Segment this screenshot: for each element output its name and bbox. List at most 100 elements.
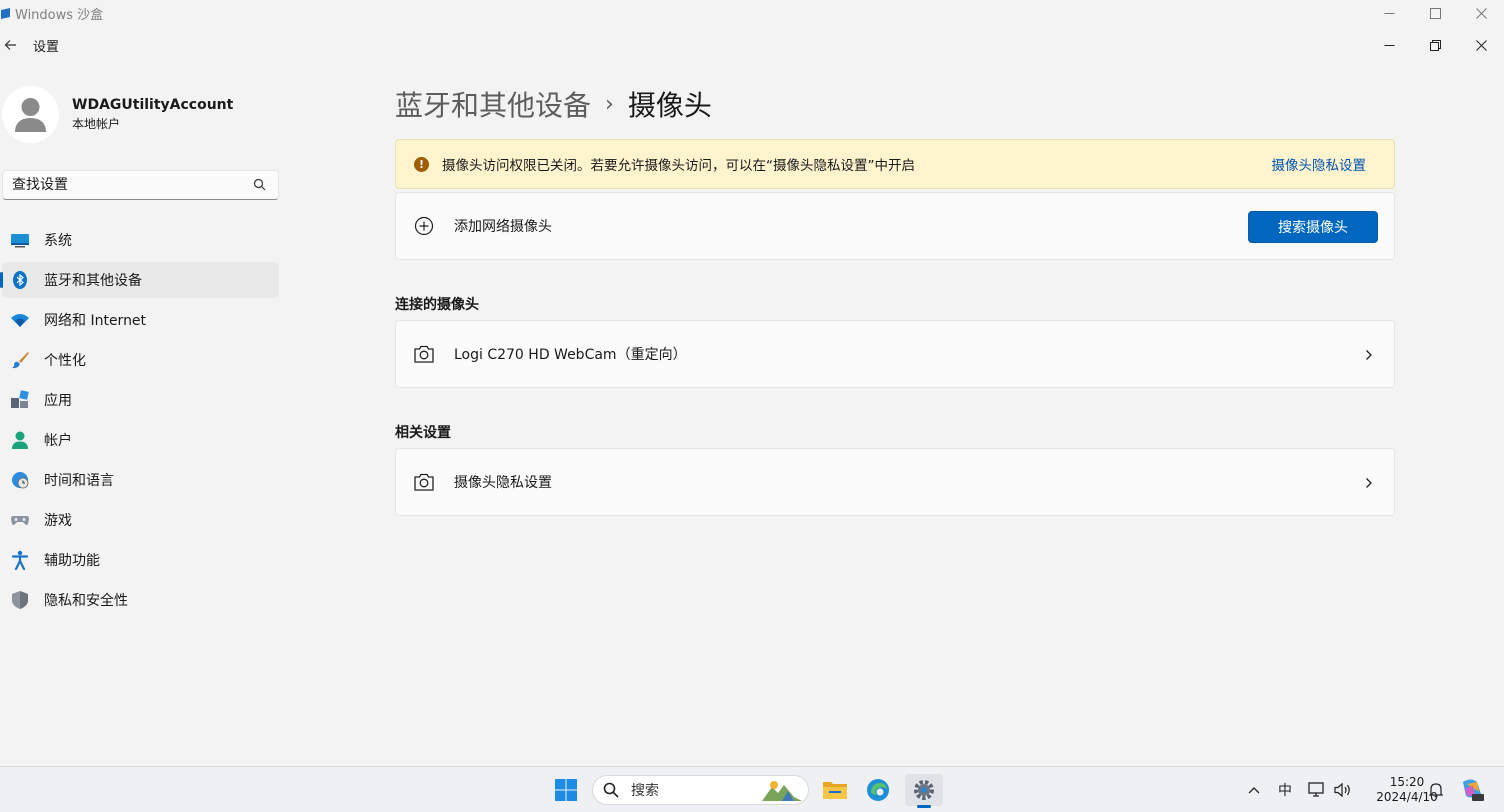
accessibility-icon (10, 550, 30, 570)
chevron-up-icon (1248, 787, 1260, 794)
sidebar-item-apps[interactable]: 应用 (2, 382, 279, 418)
breadcrumb-parent[interactable]: 蓝牙和其他设备 (395, 84, 591, 124)
taskbar-search[interactable]: 搜索 (592, 775, 809, 805)
apps-icon (10, 390, 30, 410)
sidebar-item-system[interactable]: 系统 (2, 222, 279, 258)
brush-icon (10, 350, 30, 370)
add-network-camera-label: 添加网络摄像头 (454, 219, 552, 235)
sandbox-title-bar: Windows 沙盒 (0, 0, 1504, 26)
search-icon[interactable] (253, 178, 266, 191)
app-close-button[interactable] (1458, 26, 1504, 64)
sandbox-title: Windows 沙盒 (15, 7, 104, 23)
windows-logo-icon (555, 779, 577, 801)
sidebar-item-label: 游戏 (44, 513, 72, 529)
sidebar-item-personalization[interactable]: 个性化 (2, 342, 279, 378)
account-icon (10, 430, 30, 450)
minimize-icon (1384, 44, 1394, 46)
search-cameras-button[interactable]: 搜索摄像头 (1248, 211, 1378, 243)
taskbar: 搜索 中 15:20 2024/4/10 (0, 766, 1504, 812)
camera-item-logi-c270[interactable]: Logi C270 HD WebCam（重定向） (395, 320, 1395, 388)
sidebar-item-label: 帐户 (44, 433, 72, 449)
sidebar-item-privacy[interactable]: 隐私和安全性 (2, 582, 279, 618)
app-title-bar: 设置 (0, 26, 1504, 64)
close-icon (1475, 7, 1487, 19)
sidebar-item-label: 系统 (44, 233, 72, 249)
sidebar-item-gaming[interactable]: 游戏 (2, 502, 279, 538)
sandbox-logo-icon (1, 7, 10, 19)
warning-text: 摄像头访问权限已关闭。若要允许摄像头访问，可以在“摄像头隐私设置”中开启 (442, 158, 915, 174)
sidebar-item-label: 时间和语言 (44, 473, 114, 489)
camera-icon (413, 471, 435, 493)
speaker-icon (1334, 782, 1350, 798)
active-app-indicator (917, 805, 931, 808)
sidebar-item-label: 辅助功能 (44, 553, 100, 569)
page-title: 摄像头 (627, 89, 712, 122)
taskbar-search-label: 搜索 (631, 783, 659, 799)
camera-access-warning: ! 摄像头访问权限已关闭。若要允许摄像头访问，可以在“摄像头隐私设置”中开启 摄… (395, 139, 1395, 189)
chevron-right-icon (1366, 478, 1372, 488)
related-settings-heading: 相关设置 (395, 425, 451, 441)
sidebar-item-label: 蓝牙和其他设备 (44, 273, 142, 289)
file-explorer-button[interactable] (819, 774, 851, 806)
gear-icon (914, 780, 934, 800)
sidebar-item-network[interactable]: 网络和 Internet (2, 302, 279, 338)
avatar (2, 86, 59, 143)
notifications-button[interactable] (1426, 767, 1446, 812)
breadcrumb: 蓝牙和其他设备 › 摄像头 (395, 84, 712, 124)
account-type: 本地帐户 (72, 117, 121, 131)
app-title: 设置 (33, 39, 60, 55)
app-minimize-button[interactable] (1366, 26, 1412, 64)
sidebar-item-label: 隐私和安全性 (44, 593, 128, 609)
copilot-icon (1463, 779, 1484, 801)
sidebar-item-time-language[interactable]: 时间和语言 (2, 462, 279, 498)
back-button[interactable] (1, 36, 19, 54)
start-button[interactable] (550, 774, 582, 806)
maximize-icon (1429, 7, 1441, 19)
camera-name: Logi C270 HD WebCam（重定向） (454, 347, 687, 363)
camera-icon (413, 343, 435, 365)
globe-clock-icon (10, 470, 30, 490)
warning-icon: ! (414, 156, 429, 172)
app-restore-button[interactable] (1412, 26, 1458, 64)
sidebar-item-bluetooth[interactable]: 蓝牙和其他设备 (0, 262, 279, 298)
ime-indicator[interactable]: 中 (1274, 767, 1296, 812)
restore-icon (1429, 39, 1441, 51)
wifi-icon (10, 310, 30, 330)
minimize-icon (1384, 12, 1394, 14)
show-hidden-icons-button[interactable] (1244, 767, 1264, 812)
sandbox-maximize-button[interactable] (1412, 0, 1458, 26)
user-silhouette-icon (15, 98, 46, 132)
network-icon (1308, 782, 1324, 797)
search-icon (603, 782, 619, 798)
camera-privacy-settings-item[interactable]: 摄像头隐私设置 (395, 448, 1395, 516)
sidebar-item-label: 应用 (44, 393, 72, 409)
back-arrow-icon (4, 40, 16, 50)
edge-icon (867, 779, 889, 801)
sidebar-item-accessibility[interactable]: 辅助功能 (2, 542, 279, 578)
user-name: WDAGUtilityAccount (72, 97, 234, 113)
settings-search-input[interactable] (12, 177, 252, 193)
bluetooth-icon (10, 270, 30, 290)
bell-icon (1429, 783, 1443, 798)
sidebar-item-label: 网络和 Internet (44, 313, 147, 329)
settings-search-box[interactable] (2, 170, 279, 200)
volume-button[interactable] (1332, 767, 1354, 812)
add-network-camera-card: 添加网络摄像头 搜索摄像头 (395, 192, 1395, 260)
user-profile[interactable]: WDAGUtilityAccount 本地帐户 (2, 86, 233, 143)
gamepad-icon (10, 510, 30, 530)
network-status-button[interactable] (1306, 767, 1328, 812)
camera-privacy-link[interactable]: 摄像头隐私设置 (1272, 154, 1367, 174)
add-circle-icon (413, 215, 435, 237)
chevron-right-icon (1366, 350, 1372, 360)
sandbox-close-button[interactable] (1458, 0, 1504, 26)
settings-app-button[interactable] (905, 774, 943, 808)
sidebar-item-accounts[interactable]: 帐户 (2, 422, 279, 458)
sidebar-item-label: 个性化 (44, 353, 86, 369)
edge-browser-button[interactable] (862, 774, 894, 806)
system-icon (10, 230, 30, 250)
breadcrumb-separator: › (605, 91, 614, 117)
sandbox-minimize-button[interactable] (1366, 0, 1412, 26)
folder-icon (823, 782, 847, 799)
camera-privacy-settings-label: 摄像头隐私设置 (454, 475, 552, 491)
copilot-button[interactable] (1458, 767, 1486, 812)
